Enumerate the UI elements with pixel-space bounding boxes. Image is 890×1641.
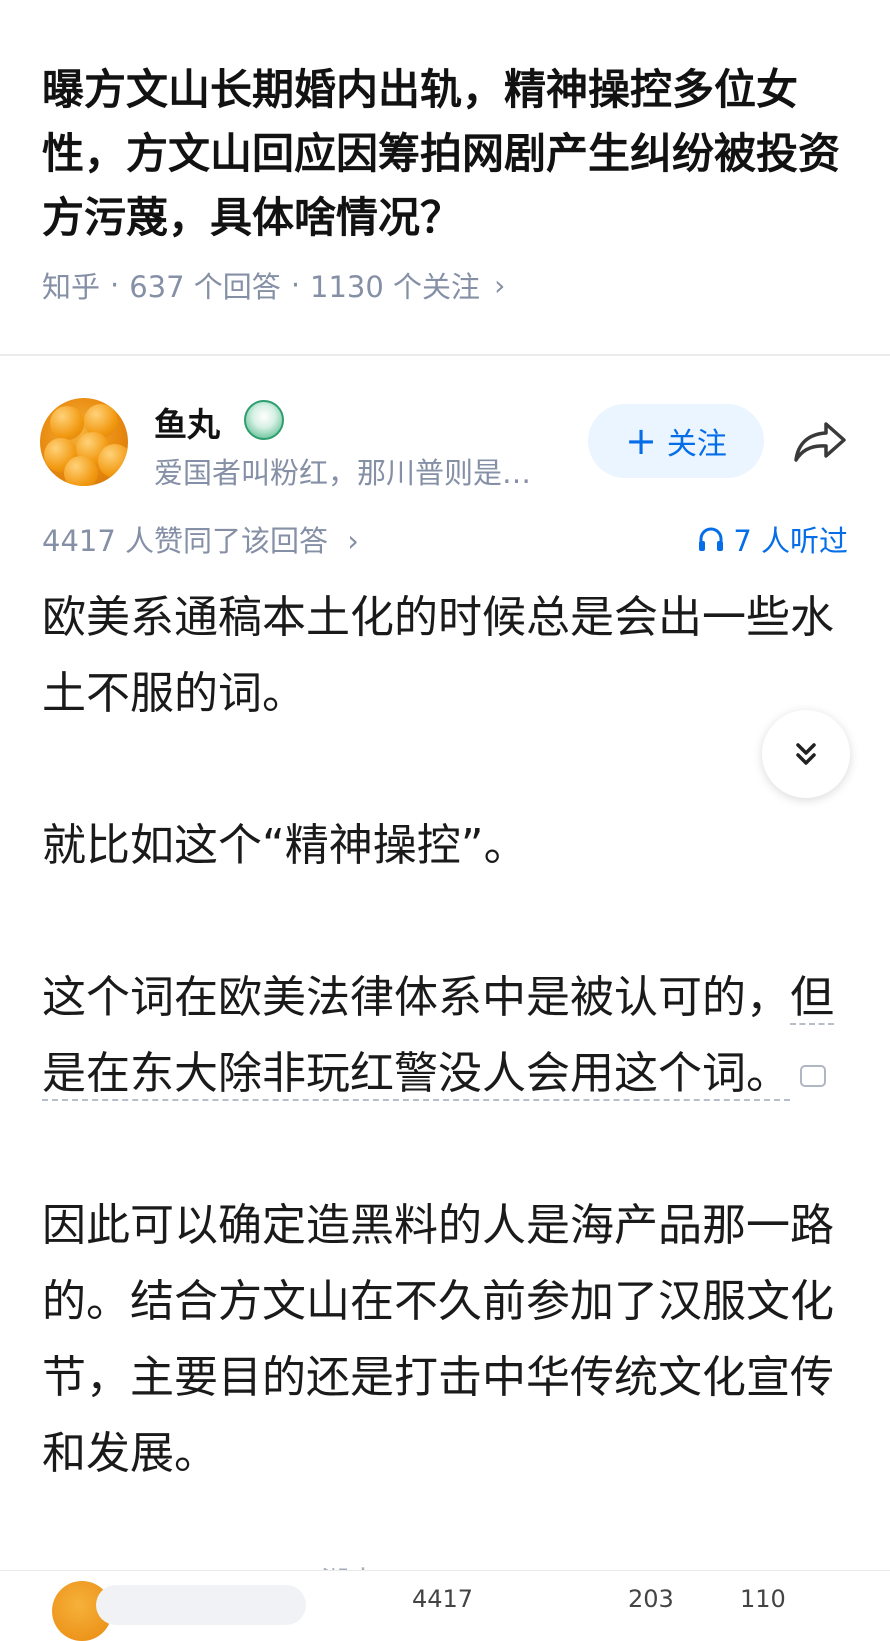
share-icon[interactable] (792, 418, 848, 466)
agree-text: 4417 人赞同了该回答 (42, 524, 329, 558)
agree-count[interactable]: 4417 人赞同了该回答 › (42, 518, 359, 560)
expand-button[interactable] (762, 710, 850, 798)
listen-count[interactable]: 7 人听过 (697, 518, 848, 560)
follower-count: 1130 个关注 (310, 270, 481, 304)
question-title[interactable]: 曝方文山长期婚内出轨，精神操控多位女性，方文山回应因筹拍网剧产生纠纷被投资方污蔑… (42, 58, 852, 250)
follow-label: 关注 (666, 427, 727, 462)
bottom-action-bar: 4417 203 110 (0, 1570, 890, 1641)
meta-dot: · (110, 268, 120, 302)
like-count[interactable]: 4417 (412, 1585, 473, 1613)
answer-paragraph: 因此可以确定造黑料的人是海产品那一路的。结合方文山在不久前参加了汉服文化节，主要… (42, 1200, 834, 1479)
paragraph-text: 这个词在欧美法律体系中是被认可的， (42, 972, 790, 1023)
favorite-count[interactable]: 110 (740, 1585, 786, 1613)
question-meta[interactable]: 知乎 · 637 个回答 · 1130 个关注 › (42, 264, 852, 306)
answer-content: 欧美系通稿本土化的时候总是会出一些水土不服的词。 就比如这个“精神操控”。 这个… (42, 580, 842, 1492)
double-chevron-down-icon (796, 743, 816, 765)
answer-paragraph: 这个词在欧美法律体系中是被认可的，但是在东大除非玩红警没人会用这个词。 (42, 960, 842, 1112)
listen-text: 7 人听过 (733, 524, 848, 558)
answer-count: 637 个回答 (129, 270, 281, 304)
comment-count[interactable]: 203 (628, 1585, 674, 1613)
question-header: 曝方文山长期婚内出轨，精神操控多位女性，方文山回应因筹拍网剧产生纠纷被投资方污蔑… (42, 58, 852, 306)
plus-icon: + (625, 419, 657, 463)
section-divider (0, 354, 890, 356)
author-avatar[interactable] (40, 398, 128, 486)
chevron-right-icon: › (347, 524, 359, 558)
follow-button[interactable]: + 关注 (588, 404, 764, 478)
author-badge-icon (244, 400, 284, 440)
author-bio: 爱国者叫粉红，那川普则是… (154, 456, 532, 490)
headphones-icon (699, 527, 724, 551)
meta-dot: · (290, 268, 301, 302)
source-label: 知乎 (42, 270, 101, 304)
chevron-right-icon: › (494, 268, 506, 302)
answer-paragraph: 欧美系通稿本土化的时候总是会出一些水土不服的词。 (42, 592, 834, 719)
comment-input[interactable] (96, 1585, 306, 1625)
answer-paragraph: 就比如这个“精神操控”。 (42, 820, 528, 871)
author-name[interactable]: 鱼丸 (154, 398, 220, 446)
comment-icon[interactable] (800, 1065, 826, 1087)
